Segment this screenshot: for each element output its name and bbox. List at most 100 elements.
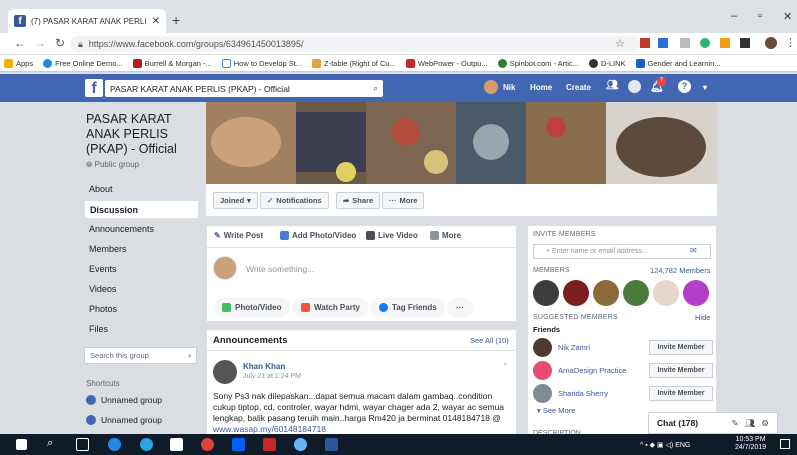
avatar[interactable] (213, 360, 237, 384)
nav-members[interactable]: Members (84, 240, 199, 259)
app-icon[interactable] (263, 438, 276, 451)
notification-center-icon[interactable] (780, 439, 790, 449)
post-date[interactable]: July 21 at 1:24 PM (243, 373, 301, 380)
notifications-button[interactable]: ✓ Notifications (260, 192, 329, 209)
task-view-icon[interactable] (76, 438, 89, 451)
bookmark-item[interactable]: D-LINK (588, 58, 626, 68)
nav-files[interactable]: Files (84, 320, 199, 339)
maximize-icon[interactable]: ▫ (758, 10, 762, 22)
nav-events[interactable]: Events (84, 260, 199, 279)
member-avatar[interactable] (533, 280, 559, 306)
hide-link[interactable]: Hide (695, 313, 710, 322)
bookmark-item[interactable]: Spinbot.com - Artic... (497, 58, 579, 68)
chrome-icon[interactable] (201, 438, 214, 451)
see-more-link[interactable]: ▾ See More (537, 406, 575, 415)
member-avatar[interactable] (653, 280, 679, 306)
account-menu-icon[interactable]: ▾ (703, 83, 707, 92)
profile-avatar[interactable] (765, 37, 777, 49)
suggested-member-name[interactable]: Nik Zamri (558, 343, 643, 352)
shortcut-item[interactable]: Unnamed group (86, 395, 162, 405)
nav-discussion[interactable]: Discussion (84, 200, 199, 219)
search-input[interactable]: PASAR KARAT ANAK PERLIS (PKAP) - Officia… (105, 80, 383, 97)
group-name[interactable]: PASAR KARAT ANAK PERLIS (PKAP) - Officia… (86, 112, 196, 157)
member-avatar[interactable] (593, 280, 619, 306)
url-field[interactable]: 🔒︎ https://www.facebook.com/groups/63496… (70, 36, 640, 52)
write-something-input[interactable]: Write something... (246, 264, 314, 274)
nav-about[interactable]: About (84, 180, 199, 199)
invite-member-input[interactable]: + Enter name or email address... (533, 244, 711, 259)
avatar[interactable] (533, 360, 552, 380)
search-icon[interactable]: ⌕ (47, 437, 53, 450)
tab-more[interactable]: More (430, 231, 461, 240)
watch-party-button[interactable]: Watch Party (293, 298, 368, 317)
user-avatar[interactable] (484, 80, 498, 94)
tab-live-video[interactable]: Live Video (366, 231, 418, 240)
joined-button[interactable]: Joined ▾ (213, 192, 258, 209)
suggested-member-name[interactable]: ArnaDesign Practice (558, 366, 643, 375)
tab-write-post[interactable]: ✎ Write Post (214, 231, 263, 240)
extension-icon[interactable] (640, 38, 650, 48)
tab-add-photo-video[interactable]: Add Photo/Video (280, 231, 356, 240)
post-link[interactable]: www.wasap.my/60148184718 (213, 424, 326, 434)
tag-friends-button[interactable]: Tag Friends (371, 298, 445, 317)
telegram-icon[interactable] (140, 438, 153, 451)
close-window-icon[interactable]: ✕ (783, 10, 792, 23)
reload-icon[interactable]: ↻ (55, 36, 65, 50)
members-count[interactable]: 124,782 Members (650, 266, 710, 275)
create-link[interactable]: Create (566, 83, 591, 92)
word-icon[interactable] (325, 438, 338, 451)
chat-bar[interactable]: Chat (178) ✎ 👥︎ ⚙︎ (648, 412, 778, 434)
more-button[interactable]: ··· More (382, 192, 425, 209)
share-button[interactable]: ➦ Share (336, 192, 381, 209)
app-icon[interactable] (294, 438, 307, 451)
new-message-icon[interactable]: ✎ (731, 418, 738, 429)
minimize-icon[interactable]: – (731, 10, 737, 22)
browser-tab[interactable]: f (7) PASAR KARAT ANAK PERLIS (P ✕ (8, 9, 166, 33)
close-tab-icon[interactable]: ✕ (152, 16, 160, 27)
dropbox-icon[interactable] (232, 438, 245, 451)
bookmark-item[interactable]: WebPower - Outpu... (405, 58, 488, 68)
system-tray[interactable]: ^ ▪ ◆ ▣ ◁) ENG (640, 441, 690, 449)
facebook-logo-icon[interactable]: f (85, 79, 103, 97)
user-name[interactable]: Nik (503, 83, 515, 92)
edge-icon[interactable] (108, 438, 121, 451)
nav-announcements[interactable]: Announcements (84, 220, 199, 239)
cover-photo[interactable] (206, 102, 717, 184)
bookmark-star-icon[interactable]: ☆ (615, 37, 625, 50)
bookmark-item[interactable]: Z-table (Right of Cu... (312, 58, 396, 68)
invite-member-button[interactable]: Invite Member (649, 339, 713, 355)
bookmark-item[interactable]: Gender and Learnin... (635, 58, 721, 68)
member-avatar[interactable] (563, 280, 589, 306)
extension-icon[interactable] (680, 38, 690, 48)
extension-icon[interactable] (700, 38, 710, 48)
search-icon[interactable]: ⌕ (373, 83, 378, 94)
windows-start-icon[interactable] (16, 439, 27, 450)
bookmark-item[interactable]: Apps (4, 58, 33, 68)
avatar[interactable] (533, 383, 552, 403)
avatar[interactable] (533, 337, 552, 357)
friend-requests-icon[interactable]: 👥︎ (606, 80, 619, 91)
invite-member-button[interactable]: Invite Member (649, 362, 713, 378)
photo-video-button[interactable]: Photo/Video (214, 298, 290, 317)
extension-icon[interactable] (720, 38, 730, 48)
more-options-button[interactable]: ··· (447, 298, 473, 317)
member-avatar[interactable] (623, 280, 649, 306)
messenger-icon[interactable] (628, 80, 641, 93)
see-all-link[interactable]: See All (10) (470, 336, 509, 345)
clock[interactable]: 10:53 PM 24/7/2019 (735, 436, 766, 452)
home-link[interactable]: Home (530, 83, 552, 92)
mail-icon[interactable] (170, 438, 183, 451)
bookmark-item[interactable]: Burrell & Morgan -... (132, 58, 212, 68)
shortcut-item[interactable]: Unnamed group (86, 415, 162, 425)
nav-photos[interactable]: Photos (84, 300, 199, 319)
new-tab-icon[interactable]: + (172, 12, 180, 28)
gear-icon[interactable]: ⚙︎ (761, 418, 769, 429)
extension-icon[interactable] (658, 38, 668, 48)
menu-icon[interactable]: ⋮ (785, 36, 796, 49)
post-author[interactable]: Khan Khan (243, 362, 285, 371)
suggested-member-name[interactable]: Sharida Sherry (558, 389, 643, 398)
nav-videos[interactable]: Videos (84, 280, 199, 299)
back-icon[interactable]: ← (14, 36, 26, 50)
forward-icon[interactable]: → (34, 36, 46, 50)
create-group-icon[interactable]: 👥︎ (745, 418, 756, 429)
